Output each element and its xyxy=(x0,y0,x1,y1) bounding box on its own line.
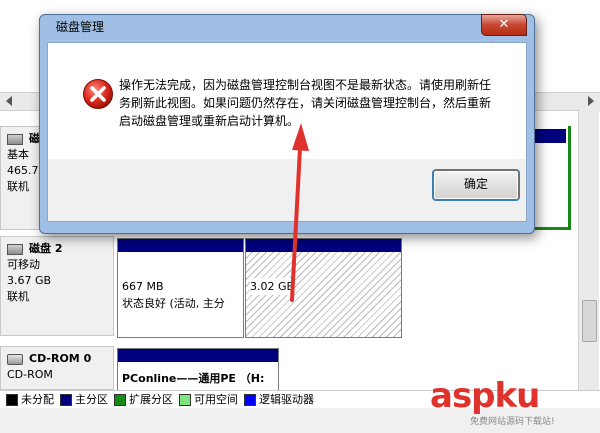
legend-item: 主分区 xyxy=(60,391,108,409)
dialog-title: 磁盘管理 xyxy=(56,20,105,34)
disk-2-status: 联机 xyxy=(7,290,29,303)
cdrom-label[interactable]: CD-ROM 0 CD-ROM xyxy=(0,346,114,390)
message-line: 启动磁盘管理或重新启动计算机。 xyxy=(119,114,300,128)
vertical-scrollbar[interactable] xyxy=(578,110,599,390)
legend-item: 扩展分区 xyxy=(114,391,173,409)
scroll-right-icon[interactable] xyxy=(588,96,594,106)
legend-label: 可用空间 xyxy=(194,393,238,406)
disk-2-type: 可移动 xyxy=(7,258,40,271)
scroll-left-icon[interactable] xyxy=(6,96,12,106)
partition-status: 状态良好 (活动, 主分 xyxy=(122,297,225,310)
cdrom-type: CD-ROM xyxy=(7,368,53,381)
legend-label: 未分配 xyxy=(21,393,54,406)
disk-2-size: 3.67 GB xyxy=(7,274,52,287)
scroll-thumb[interactable] xyxy=(582,300,597,342)
legend-label: 主分区 xyxy=(75,393,108,406)
dialog-message: 操作无法完成，因为磁盘管理控制台视图不是最新状态。请使用刷新任 务刷新此视图。如… xyxy=(119,76,499,130)
error-icon xyxy=(83,79,113,109)
legend-item: 未分配 xyxy=(6,391,54,409)
disk-icon xyxy=(7,243,23,255)
disk-2-label[interactable]: 磁盘 2 可移动 3.67 GB 联机 xyxy=(0,236,114,336)
legend-swatch xyxy=(114,394,126,406)
legend-swatch xyxy=(60,394,72,406)
legend-swatch xyxy=(179,394,191,406)
watermark-subtitle: 免费网站源码下载站! xyxy=(470,417,555,427)
message-line: 操作无法完成，因为磁盘管理控制台视图不是最新状态。请使用刷新任 xyxy=(119,78,492,92)
partition-667mb[interactable]: 667 MB 状态良好 (活动, 主分 xyxy=(117,238,244,338)
cdrom-volume[interactable]: PConline——通用PE （H: xyxy=(117,348,279,390)
legend-label: 扩展分区 xyxy=(129,393,173,406)
close-button[interactable]: ✕ xyxy=(481,14,527,36)
ok-button[interactable]: 确定 xyxy=(433,170,519,200)
partition-header-bar xyxy=(530,129,566,143)
primary-partition-bar xyxy=(246,239,401,252)
disk-2-name: 磁盘 2 xyxy=(29,242,63,255)
cdrom-volume-label: PConline——通用PE （H: xyxy=(122,372,265,385)
legend-swatch xyxy=(244,394,256,406)
cdrom-icon xyxy=(7,353,23,365)
partition-size: 667 MB xyxy=(122,280,164,293)
message-line: 务刷新此视图。如果问题仍然存在，请关闭磁盘管理控制台，然后重新 xyxy=(119,96,492,110)
partition-size: 3.02 GB xyxy=(250,278,295,295)
legend-item: 可用空间 xyxy=(179,391,238,409)
disk-icon xyxy=(7,133,23,145)
cdrom-name: CD-ROM 0 xyxy=(29,352,92,365)
primary-partition-bar xyxy=(118,349,278,362)
legend-swatch xyxy=(6,394,18,406)
partition-3gb[interactable]: 3.02 GB xyxy=(245,238,402,338)
legend-label: 逻辑驱动器 xyxy=(259,393,314,406)
legend-item: 逻辑驱动器 xyxy=(244,391,314,409)
primary-partition-bar xyxy=(118,239,243,252)
watermark-logo: aspku xyxy=(430,376,540,416)
